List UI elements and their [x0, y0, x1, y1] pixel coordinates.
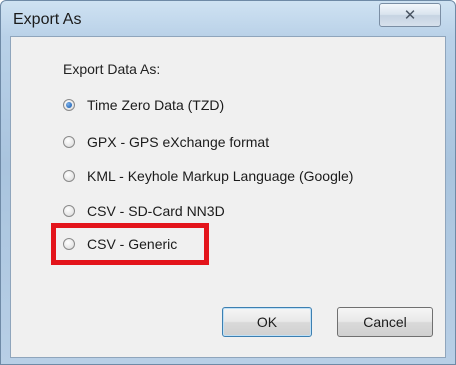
option-kml[interactable]: KML - Keyhole Markup Language (Google) — [63, 168, 353, 184]
cancel-button[interactable]: Cancel — [337, 307, 433, 337]
option-label: Time Zero Data (TZD) — [87, 97, 225, 113]
export-data-as-label: Export Data As: — [63, 61, 161, 77]
ok-button[interactable]: OK — [222, 307, 312, 337]
option-gpx[interactable]: GPX - GPS eXchange format — [63, 134, 269, 150]
option-label: CSV - SD-Card NN3D — [87, 203, 225, 219]
export-as-dialog: Export As ✕ Export Data As: Time Zero Da… — [0, 0, 456, 365]
option-csv-sdcard[interactable]: CSV - SD-Card NN3D — [63, 203, 225, 219]
dialog-content: Export Data As: Time Zero Data (TZD) GPX… — [10, 36, 446, 358]
radio-icon[interactable] — [63, 136, 75, 148]
option-label: GPX - GPS eXchange format — [87, 134, 270, 150]
radio-icon[interactable] — [63, 205, 75, 217]
close-icon: ✕ — [403, 7, 417, 24]
close-button[interactable]: ✕ — [379, 3, 441, 27]
red-highlight-box — [51, 223, 209, 265]
radio-selected-icon[interactable] — [63, 99, 75, 111]
option-label: KML - Keyhole Markup Language (Google) — [87, 168, 354, 184]
radio-icon[interactable] — [63, 170, 75, 182]
dialog-title: Export As — [13, 11, 82, 28]
option-tzd[interactable]: Time Zero Data (TZD) — [63, 97, 224, 113]
